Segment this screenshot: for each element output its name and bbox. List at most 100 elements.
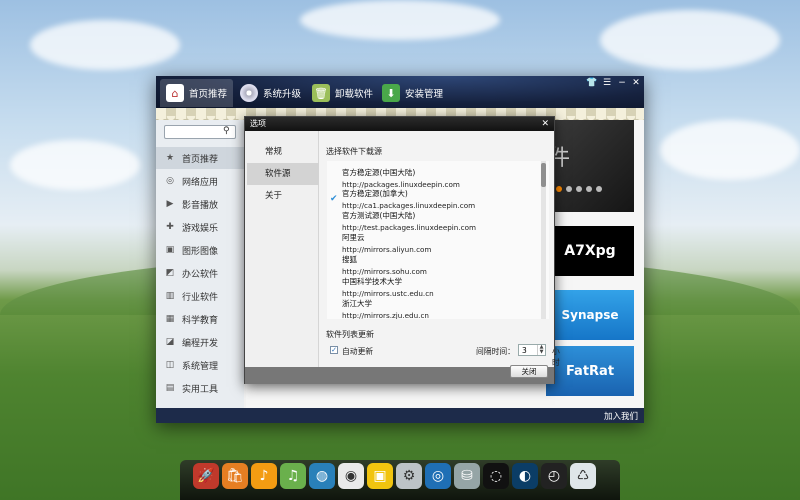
sidebar-item-network[interactable]: ◎ 网络应用 (156, 170, 244, 192)
interval-value: 3 (522, 346, 527, 355)
menu-icon[interactable]: ☰ (601, 78, 613, 88)
source-url: http://mirrors.ustc.edu.cn (342, 289, 434, 298)
source-name: 阿里云 (342, 233, 365, 242)
app-tile-synapse[interactable]: Synapse (546, 290, 634, 340)
launcher-icon[interactable]: 🚀 (193, 463, 219, 489)
sidebar-item-label: 办公软件 (182, 269, 219, 280)
disc-icon (240, 84, 258, 102)
banner-pager (556, 186, 602, 192)
pager-dot[interactable] (566, 186, 572, 192)
chart-icon: ▥ (165, 291, 175, 301)
search-input[interactable]: ⚲ (164, 125, 236, 139)
deepin-icon[interactable]: ◐ (512, 463, 538, 489)
options-body: 选择软件下载源 官方稳定源(中国大陆) http://packages.linu… (320, 131, 560, 367)
scrollbar[interactable] (541, 161, 546, 319)
tab-label: 卸载软件 (335, 89, 374, 100)
sidebar-item-home[interactable]: ★ 首页推荐 (156, 147, 244, 169)
source-url: http://test.packages.linuxdeepin.com (342, 223, 476, 232)
close-button[interactable]: 关闭 (510, 365, 548, 378)
pager-dot[interactable] (596, 186, 602, 192)
minimize-icon[interactable]: − (616, 78, 628, 88)
sidebar-item-games[interactable]: ✚ 游戏娱乐 (156, 216, 244, 238)
sidebar-item-label: 影音播放 (182, 200, 219, 211)
auto-update-checkbox[interactable]: ✓ (330, 346, 338, 354)
pager-dot[interactable] (576, 186, 582, 192)
section-title-update: 软件列表更新 (326, 330, 374, 339)
tab-install-manager[interactable]: ⬇ 安装管理 (376, 79, 449, 107)
sidebar-item-label: 首页推荐 (182, 154, 219, 165)
sidebar-item-graphics[interactable]: ▣ 图形图像 (156, 239, 244, 261)
chrome-icon[interactable]: ◉ (338, 463, 364, 489)
source-url: http://mirrors.sohu.com (342, 267, 427, 276)
list-item[interactable]: 官方稳定源(中国大陆) http://packages.linuxdeepin.… (342, 167, 542, 189)
stepper-arrows-icon[interactable]: ▲ ▼ (537, 345, 545, 355)
auto-update-label: 自动更新 (342, 347, 374, 356)
join-us-link[interactable]: 加入我们 (604, 410, 638, 422)
home-icon: ⌂ (166, 84, 184, 102)
shirt-icon[interactable]: 👕 (586, 78, 598, 88)
nav-software-sources[interactable]: 软件源 (247, 163, 319, 185)
source-url: http://mirrors.zju.edu.cn (342, 311, 429, 319)
source-name: 官方稳定源(加拿大) (342, 189, 408, 198)
sidebar-item-tools[interactable]: ▤ 实用工具 (156, 377, 244, 399)
sidebar-item-system[interactable]: ◫ 系统管理 (156, 354, 244, 376)
terminal-icon[interactable]: ◌ (483, 463, 509, 489)
list-item[interactable]: 浙江大学 http://mirrors.zju.edu.cn (342, 298, 542, 319)
disk-icon[interactable]: ⛁ (454, 463, 480, 489)
check-icon: ✔ (330, 194, 338, 204)
pager-dot[interactable] (556, 186, 562, 192)
category-sidebar: ⚲ ★ 首页推荐 ◎ 网络应用 ▶ 影音播放 ✚ 游戏娱乐 ▣ 图形图像 ◩ 办… (156, 120, 244, 408)
app-tile-label: A7Xpg (564, 243, 616, 259)
interval-stepper[interactable]: 3 ▲ ▼ (518, 344, 546, 356)
trash-icon: 🗑 (312, 84, 330, 102)
network-icon[interactable]: ◎ (425, 463, 451, 489)
tab-system-upgrade[interactable]: 系统升级 (234, 79, 307, 107)
music-icon[interactable]: ♫ (280, 463, 306, 489)
cloud (30, 20, 180, 70)
source-name: 搜狐 (342, 255, 357, 264)
app-tile-label: Synapse (561, 308, 619, 322)
tools-icon: ▤ (165, 383, 175, 393)
list-item[interactable]: 官方测试源(中国大陆) http://test.packages.linuxde… (342, 210, 542, 232)
sidebar-item-label: 网络应用 (182, 177, 219, 188)
source-name: 中国科学技术大学 (342, 277, 402, 286)
sidebar-item-industry[interactable]: ▥ 行业软件 (156, 285, 244, 307)
source-list: 官方稳定源(中国大陆) http://packages.linuxdeepin.… (327, 161, 549, 319)
cloud (660, 120, 800, 180)
search-icon[interactable]: ⚲ (223, 127, 232, 136)
featured-banner[interactable]: 件 (546, 120, 634, 212)
pager-dot[interactable] (586, 186, 592, 192)
top-navigation-bar: ⌂ 首页推荐 系统升级 🗑 卸载软件 ⬇ 安装管理 👕 ☰ − ✕ (156, 76, 644, 108)
list-item[interactable]: 搜狐 http://mirrors.sohu.com (342, 254, 542, 276)
settings-icon[interactable]: ⚙ (396, 463, 422, 489)
clock-icon[interactable]: ◴ (541, 463, 567, 489)
science-icon: ▦ (165, 314, 175, 324)
nav-general[interactable]: 常规 (247, 141, 319, 163)
software-center-icon[interactable]: 🛍 (222, 463, 248, 489)
photos-icon[interactable]: ▣ (367, 463, 393, 489)
options-nav: 常规 软件源 关于 (245, 131, 319, 367)
close-icon[interactable]: ✕ (630, 78, 642, 88)
list-item[interactable]: 官方稳定源(加拿大) http://ca1.packages.linuxdeep… (342, 188, 542, 210)
section-title-sources: 选择软件下载源 (326, 147, 382, 156)
sidebar-item-office[interactable]: ◩ 办公软件 (156, 262, 244, 284)
tab-label: 首页推荐 (189, 89, 228, 100)
cloud (10, 140, 140, 190)
scrollbar-thumb[interactable] (541, 163, 546, 187)
browser-icon[interactable]: ◍ (309, 463, 335, 489)
sidebar-item-media[interactable]: ▶ 影音播放 (156, 193, 244, 215)
list-item[interactable]: 中国科学技术大学 http://mirrors.ustc.edu.cn (342, 276, 542, 298)
nav-about[interactable]: 关于 (247, 185, 319, 207)
sidebar-item-label: 游戏娱乐 (182, 223, 219, 234)
tab-label: 安装管理 (405, 89, 444, 100)
sidebar-item-science[interactable]: ▦ 科学教育 (156, 308, 244, 330)
media-player-icon[interactable]: ♪ (251, 463, 277, 489)
close-icon[interactable]: ✕ (541, 117, 549, 131)
tab-home[interactable]: ⌂ 首页推荐 (160, 79, 234, 107)
list-item[interactable]: 阿里云 http://mirrors.aliyun.com (342, 232, 542, 254)
trash-icon[interactable]: ♺ (570, 463, 596, 489)
sidebar-item-programming[interactable]: ◪ 编程开发 (156, 331, 244, 353)
sidebar-item-label: 图形图像 (182, 246, 219, 257)
app-tile-a7xpg[interactable]: A7Xpg (546, 226, 634, 276)
tab-uninstall[interactable]: 🗑 卸载软件 (306, 79, 379, 107)
